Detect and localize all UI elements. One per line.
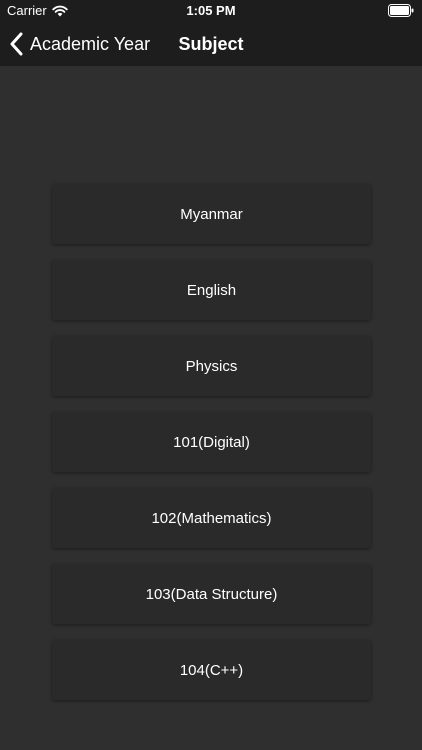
subject-button-cpp[interactable]: 104(C++) [52, 640, 371, 700]
status-time: 1:05 PM [186, 3, 236, 18]
subject-button-digital[interactable]: 101(Digital) [52, 412, 371, 472]
subject-button-data-structure[interactable]: 103(Data Structure) [52, 564, 371, 624]
screen: Carrier 1:05 PM Academic Year Subject My… [0, 0, 422, 750]
back-button-label: Academic Year [30, 33, 151, 54]
page-title: Subject [178, 34, 244, 54]
navigation-bar: Academic Year Subject [0, 22, 422, 66]
back-button[interactable]: Academic Year [10, 22, 150, 66]
back-chevron-icon [10, 32, 23, 56]
subject-list: Myanmar English Physics 101(Digital) 102… [52, 184, 371, 716]
subject-button-myanmar[interactable]: Myanmar [52, 184, 371, 244]
subject-button-mathematics[interactable]: 102(Mathematics) [52, 488, 371, 548]
status-bar: Carrier 1:05 PM [0, 0, 422, 22]
subject-button-physics[interactable]: Physics [52, 336, 371, 396]
battery-icon [388, 4, 414, 17]
subject-button-english[interactable]: English [52, 260, 371, 320]
